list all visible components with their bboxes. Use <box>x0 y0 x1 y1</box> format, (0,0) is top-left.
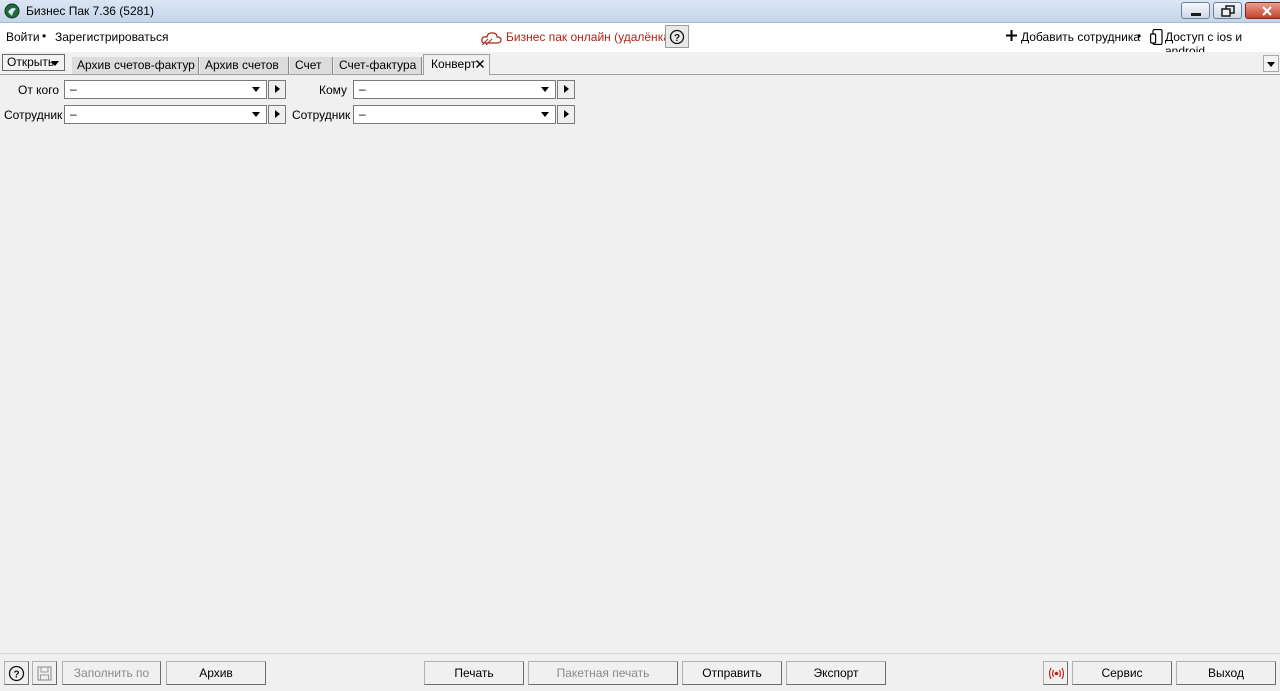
open-dropdown-button[interactable]: Открыть <box>2 54 65 71</box>
open-label: Открыть <box>7 55 55 69</box>
chevron-right-icon <box>564 110 569 118</box>
tab-envelope[interactable]: Конверт <box>423 54 490 75</box>
print-label: Печать <box>454 666 494 680</box>
chevron-down-icon <box>252 112 260 117</box>
tab-invoice-archive[interactable]: Архив счетов-фактур <box>72 57 199 74</box>
tab-bills-archive[interactable]: Архив счетов <box>200 57 289 74</box>
recipient-employee-value: – <box>359 107 366 121</box>
broadcast-icon <box>1048 667 1065 680</box>
cloud-icon <box>481 32 502 46</box>
plus-icon <box>1006 30 1017 41</box>
menu-separator: • <box>1137 29 1142 43</box>
archive-label: Архив <box>199 666 233 680</box>
online-link[interactable]: Бизнес пак онлайн (удалёнка) <box>506 30 674 44</box>
save-button[interactable] <box>32 661 57 685</box>
chevron-right-icon <box>275 110 280 118</box>
export-label: Экспорт <box>813 666 859 680</box>
help-button[interactable]: ? <box>4 661 29 685</box>
send-button[interactable]: Отправить <box>682 661 782 685</box>
add-employee-link[interactable]: Добавить сотрудника <box>1021 30 1140 44</box>
fill-by-label: Заполнить по <box>73 666 150 680</box>
tab-label: Архив счетов-фактур <box>77 58 195 72</box>
tab-label: Счет <box>295 58 322 72</box>
recipient-employee-select[interactable]: – <box>353 105 556 124</box>
tab-strip: Открыть Архив счетов-фактур Архив счетов… <box>0 52 1280 75</box>
tabs-dropdown-button[interactable] <box>1263 55 1279 72</box>
from-open-button[interactable] <box>268 80 286 99</box>
window-title: Бизнес Пак 7.36 (5281) <box>26 4 154 18</box>
chevron-down-icon <box>541 112 549 117</box>
chevron-right-icon <box>275 85 280 93</box>
chevron-down-icon <box>1267 62 1275 67</box>
title-bar: Бизнес Пак 7.36 (5281) <box>0 0 1280 23</box>
chevron-down-icon <box>541 87 549 92</box>
phone-icon <box>1150 29 1163 45</box>
close-icon <box>1262 6 1272 16</box>
sender-employee-value: – <box>70 107 77 121</box>
from-select[interactable]: – <box>64 80 267 99</box>
recipient-employee-label: Сотрудник <box>292 108 351 122</box>
from-label: От кого <box>18 83 60 97</box>
service-label: Сервис <box>1101 666 1143 680</box>
menu-separator: • <box>42 29 47 43</box>
save-icon <box>37 666 52 681</box>
batch-print-label: Пакетная печать <box>556 666 650 680</box>
minimize-button[interactable] <box>1181 2 1210 19</box>
send-label: Отправить <box>702 666 762 680</box>
chevron-right-icon <box>564 85 569 93</box>
svg-text:?: ? <box>674 33 680 44</box>
app-logo-icon <box>4 3 20 19</box>
export-button[interactable]: Экспорт <box>786 661 886 685</box>
login-link[interactable]: Войти <box>6 30 40 44</box>
restore-icon <box>1221 5 1235 17</box>
close-window-button[interactable] <box>1245 2 1280 19</box>
service-button[interactable]: Сервис <box>1072 661 1172 685</box>
exit-button[interactable]: Выход <box>1176 661 1276 685</box>
broadcast-button[interactable] <box>1043 661 1068 685</box>
chevron-down-icon <box>252 87 260 92</box>
to-label: Кому <box>319 83 348 97</box>
recipient-employee-open-button[interactable] <box>557 105 575 124</box>
help-icon: ? <box>669 29 685 45</box>
sender-employee-select[interactable]: – <box>64 105 267 124</box>
from-value: – <box>70 82 77 96</box>
sender-employee-open-button[interactable] <box>268 105 286 124</box>
chevron-down-icon <box>51 61 59 66</box>
minimize-icon <box>1191 13 1201 16</box>
exit-label: Выход <box>1208 666 1244 680</box>
restore-button[interactable] <box>1213 2 1242 19</box>
tab-label: Конверт <box>431 57 477 71</box>
batch-print-button[interactable]: Пакетная печать <box>528 661 678 685</box>
close-tab-icon[interactable] <box>476 60 484 68</box>
tab-invoice[interactable]: Счет-фактура <box>334 57 422 74</box>
sender-employee-label: Сотрудник <box>4 108 63 122</box>
fill-by-button[interactable]: Заполнить по <box>62 661 161 685</box>
tab-label: Счет-фактура <box>339 58 417 72</box>
help-button[interactable]: ? <box>665 25 689 48</box>
to-open-button[interactable] <box>557 80 575 99</box>
tab-label: Архив счетов <box>205 58 279 72</box>
register-link[interactable]: Зарегистрироваться <box>55 30 168 44</box>
help-icon: ? <box>8 665 25 682</box>
to-value: – <box>359 82 366 96</box>
print-button[interactable]: Печать <box>424 661 524 685</box>
to-select[interactable]: – <box>353 80 556 99</box>
tab-bill[interactable]: Счет <box>290 57 333 74</box>
svg-text:?: ? <box>13 670 19 681</box>
archive-button[interactable]: Архив <box>166 661 266 685</box>
